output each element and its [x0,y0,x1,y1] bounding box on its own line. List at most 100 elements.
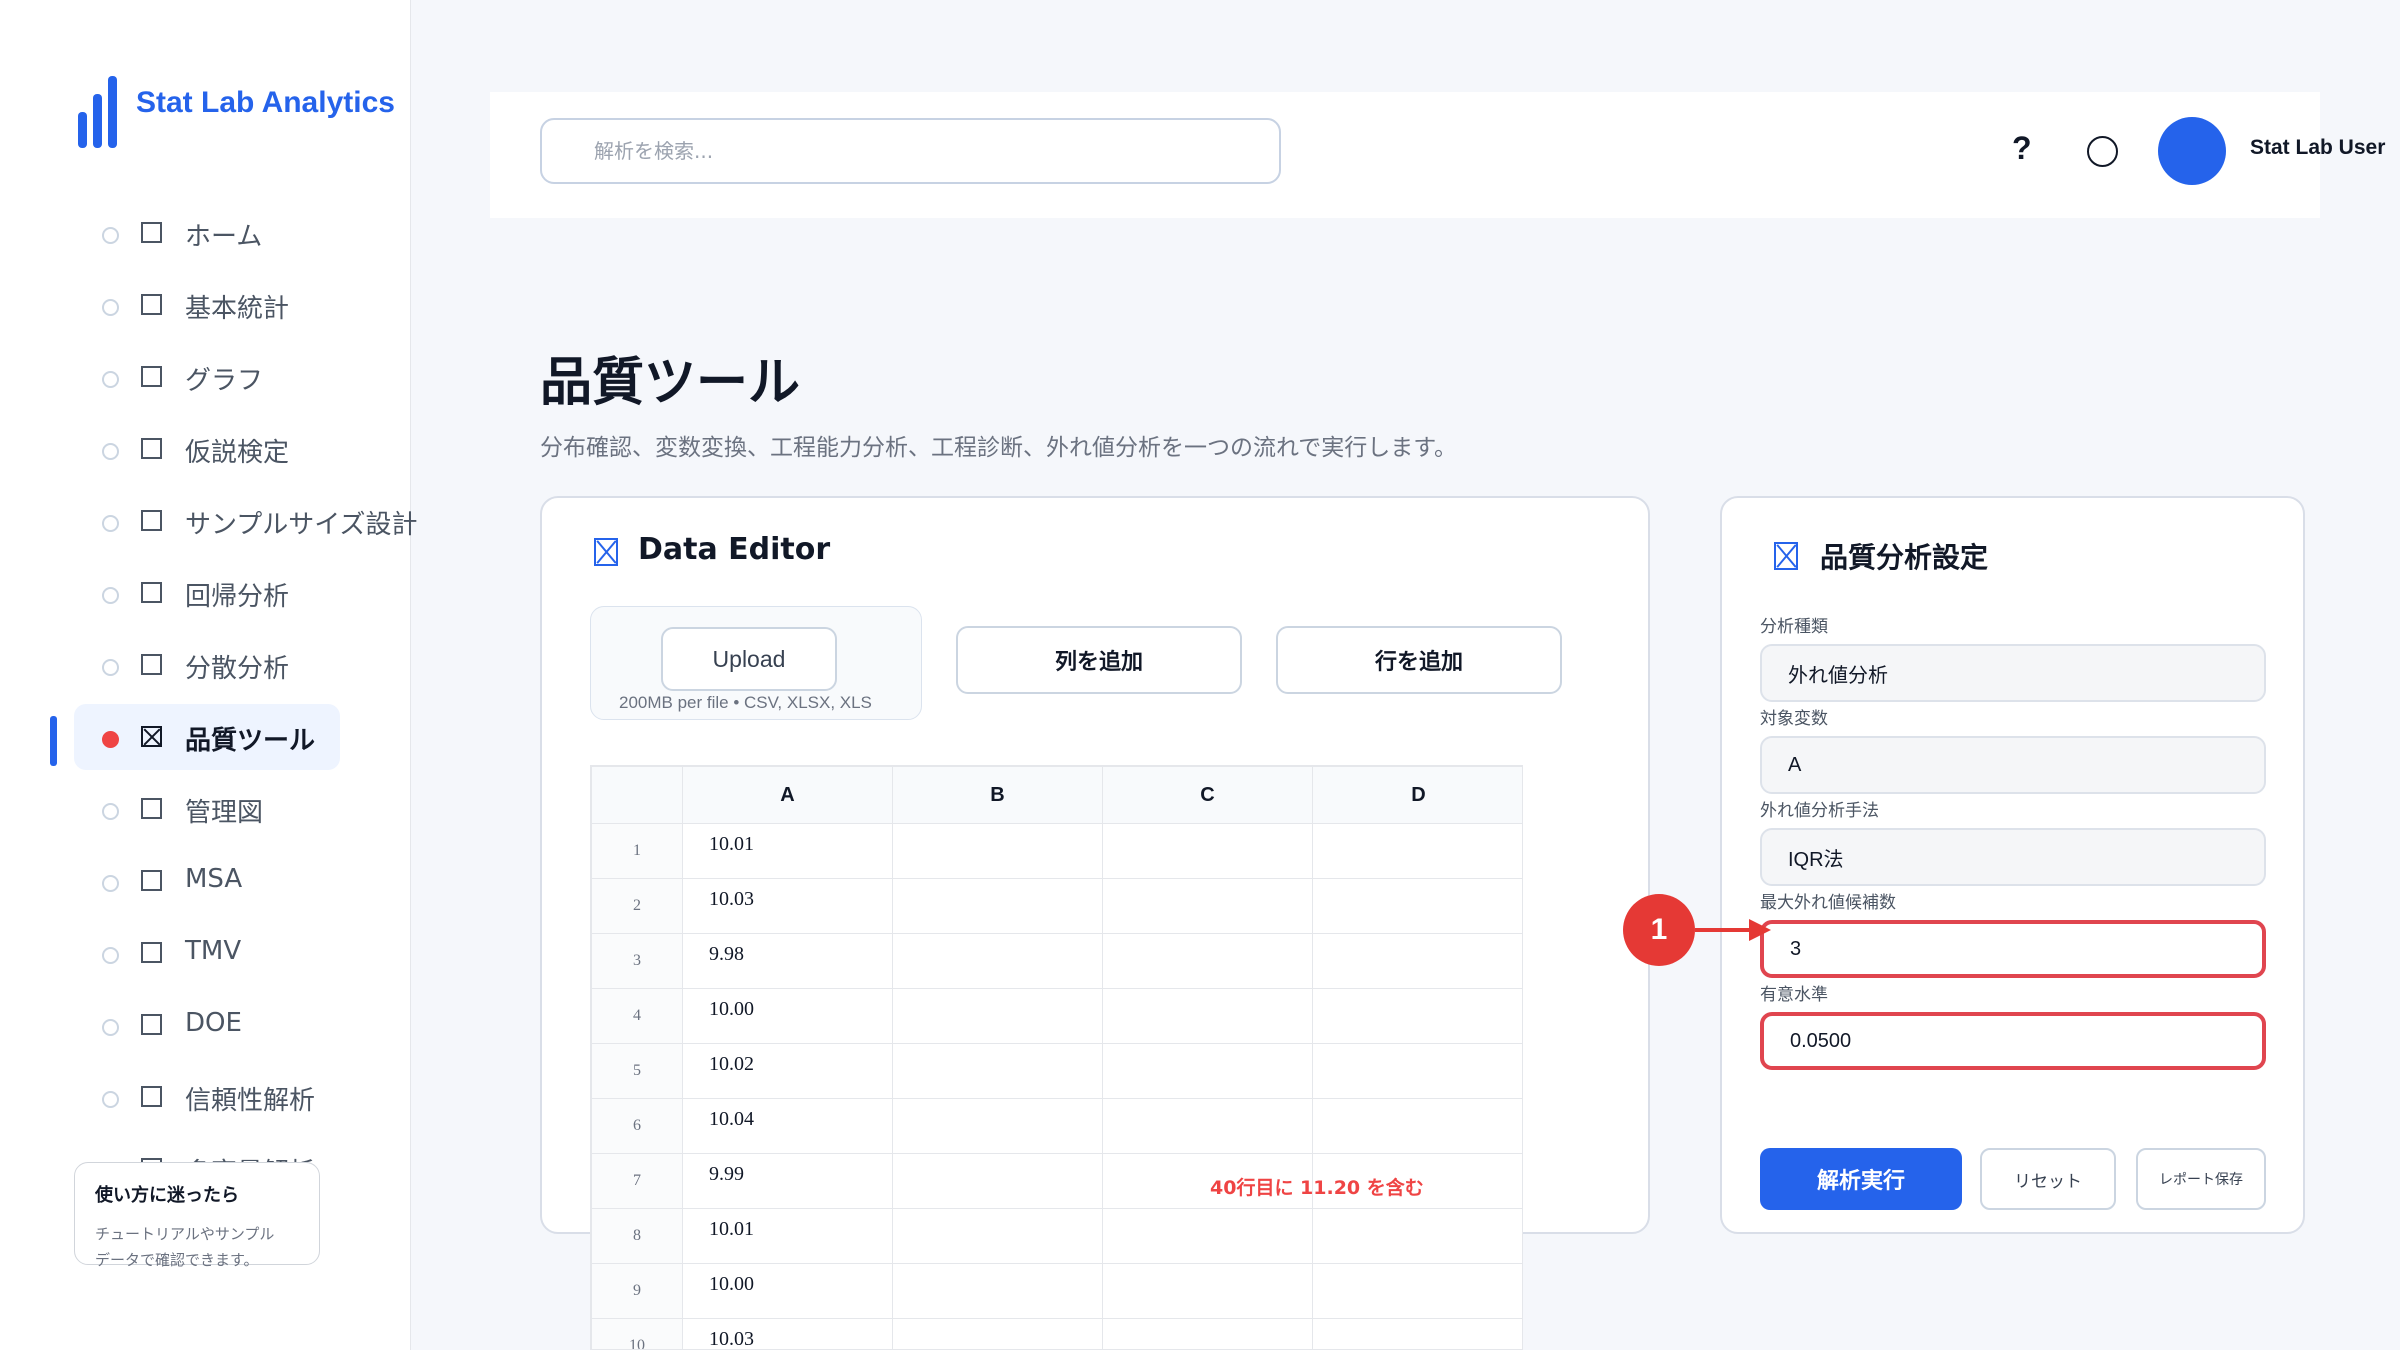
data-table: A B C D 1 10.01 2 10.03 3 9.98 4 10.00 5… [591,766,1522,1349]
table-row: 6 10.04 [591,1098,1522,1154]
table-cell[interactable] [1102,1098,1313,1154]
table-cell[interactable] [1312,933,1522,989]
upload-button[interactable]: Upload [661,627,837,691]
column-header[interactable]: D [1312,766,1522,824]
square-icon [141,798,162,819]
table-cell[interactable] [892,988,1103,1044]
table-cell[interactable]: 10.00 [682,988,893,1044]
help-card-desc: チュートリアルやサンプル データで確認できます。 [95,1221,299,1273]
table-cell[interactable] [1312,878,1522,934]
table-cell[interactable] [892,1043,1103,1099]
row-number: 4 [591,988,683,1044]
run-analysis-button[interactable]: 解析実行 [1760,1148,1962,1210]
column-header[interactable]: A [682,766,893,824]
table-row: 4 10.00 [591,988,1522,1044]
table-cell[interactable] [1312,1043,1522,1099]
help-icon[interactable]: ? [2012,130,2032,167]
sidebar-item-reliability[interactable]: 信頼性解析 [74,1064,414,1130]
table-row: 9 10.00 [591,1263,1522,1319]
square-icon [141,1014,162,1035]
table-cell[interactable] [1312,1263,1522,1319]
table-cell[interactable] [1312,1208,1522,1264]
table-cell[interactable] [1312,988,1522,1044]
sidebar-item-regression[interactable]: 回帰分析 [74,560,414,626]
table-cell[interactable]: 10.04 [682,1098,893,1154]
table-cell[interactable] [892,1208,1103,1264]
sidebar-item-label: 仮説検定 [185,438,290,468]
table-cell[interactable] [892,1098,1103,1154]
data-grid[interactable]: A B C D 1 10.01 2 10.03 3 9.98 4 10.00 5… [590,765,1523,1350]
sidebar-item-quality-tools[interactable]: 品質ツール [74,704,340,770]
user-name[interactable]: Stat Lab User [2250,136,2385,160]
analysis-type-select[interactable] [1760,644,2266,702]
table-cell[interactable]: 10.01 [682,1208,893,1264]
table-cell[interactable] [1312,1098,1522,1154]
search-input[interactable] [540,118,1281,184]
table-cell[interactable] [1102,823,1313,879]
table-cell[interactable] [1102,933,1313,989]
save-report-button[interactable]: レポート保存 [2136,1148,2266,1210]
max-outliers-label: 最大外れ値候補数 [1760,893,1896,913]
table-cell[interactable]: 10.03 [682,878,893,934]
data-editor-title: Data Editor [638,532,831,567]
sidebar-item-anova[interactable]: 分散分析 [74,632,414,698]
sidebar-item-basic-stats[interactable]: 基本統計 [74,272,414,338]
target-variable-label: 対象変数 [1760,709,1828,729]
square-icon [141,654,162,675]
settings-icon [1774,542,1798,570]
avatar[interactable] [2158,117,2226,185]
sidebar-item-doe[interactable]: DOE [74,992,414,1058]
sidebar-item-sample-size[interactable]: サンプルサイズ設計 [74,488,417,554]
notification-icon[interactable] [2087,136,2118,167]
sidebar-item-control-chart[interactable]: 管理図 [74,776,414,842]
table-cell[interactable] [1102,988,1313,1044]
sidebar-item-label: ホーム [185,222,263,252]
table-cell[interactable] [892,878,1103,934]
column-header[interactable]: B [892,766,1103,824]
sidebar-item-tmv[interactable]: TMV [74,920,414,986]
table-cell[interactable] [1312,823,1522,879]
table-cell[interactable]: 10.01 [682,823,893,879]
table-cell[interactable] [1312,1318,1522,1349]
table-cell[interactable] [1102,1208,1313,1264]
sidebar-item-msa[interactable]: MSA [74,848,414,914]
page-title: 品質ツール [540,353,801,413]
top-bar: ? Stat Lab User [490,92,2385,218]
table-cell[interactable] [1102,1263,1313,1319]
help-card[interactable]: 使い方に迷ったら チュートリアルやサンプル データで確認できます。 [74,1162,320,1269]
status-dot-icon [102,587,119,604]
table-cell[interactable]: 9.98 [682,933,893,989]
max-outliers-input[interactable] [1760,920,2266,978]
sidebar-item-label: 信頼性解析 [185,1086,316,1116]
table-cell[interactable] [892,1318,1103,1349]
table-cell[interactable] [1102,1043,1313,1099]
square-icon [141,942,162,963]
page-subtitle: 分布確認、変数変換、工程能力分析、工程診断、外れ値分析を一つの流れで実行します。 [540,435,1458,461]
status-dot-icon [102,803,119,820]
row-number: 9 [591,1263,683,1319]
table-cell[interactable] [892,823,1103,879]
outlier-method-select[interactable] [1760,828,2266,886]
sidebar-item-graph[interactable]: グラフ [74,344,414,410]
upload-dropzone[interactable]: Upload 200MB per file • CSV, XLSX, XLS [590,606,922,720]
target-variable-select[interactable] [1760,736,2266,794]
significance-level-input[interactable] [1760,1012,2266,1070]
table-cell[interactable] [892,1153,1103,1209]
status-dot-icon [102,731,119,748]
table-cell[interactable] [1102,1318,1313,1349]
table-cell[interactable] [1102,878,1313,934]
reset-button[interactable]: リセット [1980,1148,2116,1210]
quality-settings-card: 品質分析設定 分析種類 対象変数 外れ値分析手法 最大外れ値候補数 有意水準 解… [1720,496,2305,1234]
table-cell[interactable]: 10.00 [682,1263,893,1319]
sidebar-item-hypothesis-test[interactable]: 仮説検定 [74,416,414,482]
add-column-button[interactable]: 列を追加 [956,626,1242,694]
app-logo[interactable]: Stat Lab Analytics [78,76,395,148]
sidebar-item-home[interactable]: ホーム [74,200,414,266]
table-cell[interactable]: 10.02 [682,1043,893,1099]
add-row-button[interactable]: 行を追加 [1276,626,1562,694]
table-cell[interactable]: 10.03 [682,1318,893,1349]
table-cell[interactable]: 9.99 [682,1153,893,1209]
table-cell[interactable] [892,933,1103,989]
table-cell[interactable] [892,1263,1103,1319]
column-header[interactable]: C [1102,766,1313,824]
